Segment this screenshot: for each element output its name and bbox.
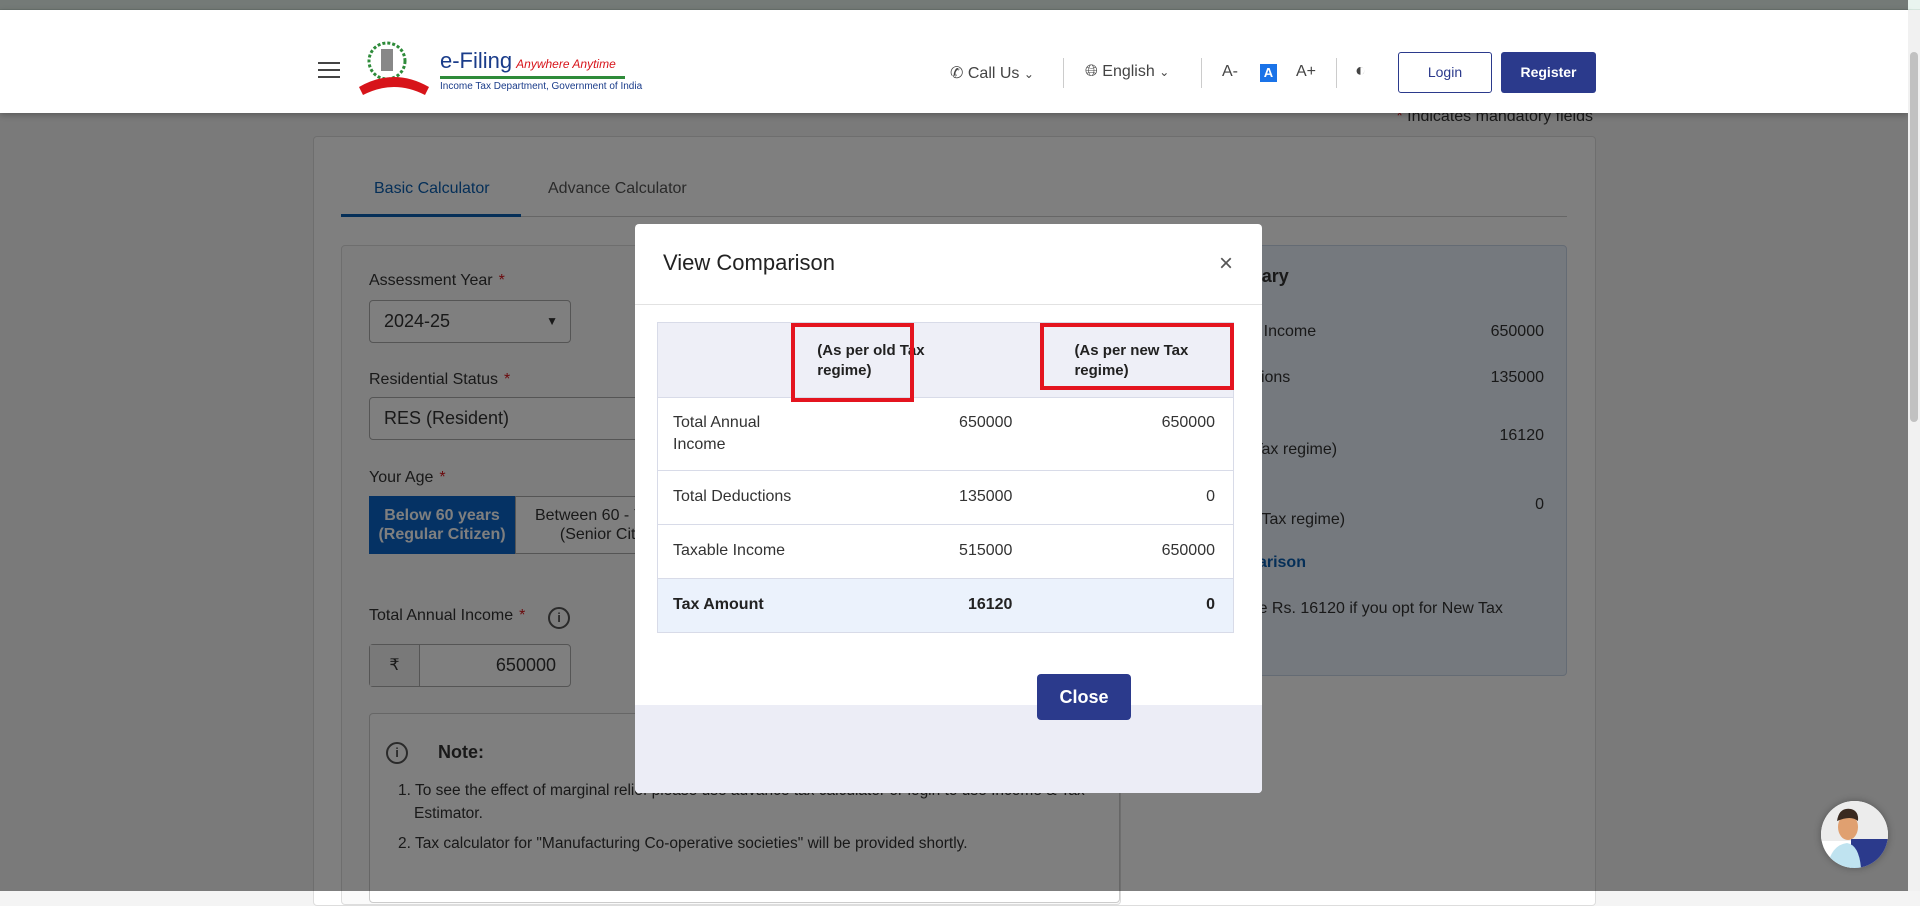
menu-icon[interactable] [318, 62, 340, 78]
new-regime-value: 650000 [1030, 397, 1234, 471]
register-button[interactable]: Register [1501, 52, 1596, 93]
contrast-icon[interactable]: ◐ [1355, 60, 1366, 81]
brand-subtitle: Income Tax Department, Government of Ind… [440, 81, 643, 92]
site-header: e-Filing Anywhere Anytime Income Tax Depa… [0, 10, 1908, 113]
close-icon[interactable]: × [1219, 250, 1233, 278]
brand-name: e-Filing Anywhere Anytime [440, 48, 616, 73]
divider [1336, 58, 1337, 88]
modal-divider [635, 304, 1262, 305]
row-label: Taxable Income [657, 524, 792, 579]
column-header [657, 322, 792, 398]
old-regime-value: 515000 [791, 524, 1031, 579]
language-menu[interactable]: 🌐︎ English ⌄ [1085, 63, 1169, 81]
modal-title: View Comparison [663, 250, 836, 275]
table-row: Total Annual Income 650000 650000 [657, 397, 1234, 471]
font-normal-button[interactable]: A [1260, 64, 1277, 82]
new-regime-value: 0 [1030, 470, 1234, 525]
emblem-logo[interactable] [357, 37, 431, 99]
old-regime-value: 135000 [791, 470, 1031, 525]
brand-underline [440, 76, 625, 79]
table-row-total: Tax Amount 16120 0 [657, 578, 1234, 633]
row-label: Total Deductions [657, 470, 792, 525]
highlight-box-old-regime [791, 323, 914, 402]
chevron-down-icon: ⌄ [1159, 65, 1170, 79]
divider [1201, 58, 1202, 88]
old-regime-value: 650000 [791, 397, 1031, 471]
row-label: Tax Amount [657, 578, 792, 633]
new-regime-value: 0 [1030, 578, 1234, 633]
font-increase-button[interactable]: A+ [1296, 63, 1316, 81]
table-row: Taxable Income 515000 650000 [657, 524, 1234, 579]
table-row: Total Deductions 135000 0 [657, 470, 1234, 525]
old-regime-value: 16120 [791, 578, 1031, 633]
chevron-down-icon: ⌄ [1023, 67, 1034, 81]
new-regime-value: 650000 [1030, 524, 1234, 579]
assistant-icon [1821, 801, 1888, 868]
view-comparison-modal: View Comparison × (As per old Tax regime… [635, 224, 1262, 793]
call-us-menu[interactable]: ✆ Call Us ⌄ [950, 63, 1034, 83]
login-button[interactable]: Login [1398, 52, 1492, 93]
row-label: Total Annual Income [657, 397, 792, 471]
font-decrease-button[interactable]: A- [1222, 63, 1238, 81]
close-button[interactable]: Close [1037, 674, 1131, 720]
divider [1063, 58, 1064, 88]
scrollbar-thumb[interactable] [1910, 52, 1918, 422]
chatbot-avatar[interactable] [1821, 801, 1888, 868]
phone-icon: ✆ [950, 65, 964, 82]
modal-footer [635, 705, 1262, 793]
highlight-box-new-regime [1040, 323, 1234, 390]
globe-icon: 🌐︎ [1085, 63, 1098, 80]
